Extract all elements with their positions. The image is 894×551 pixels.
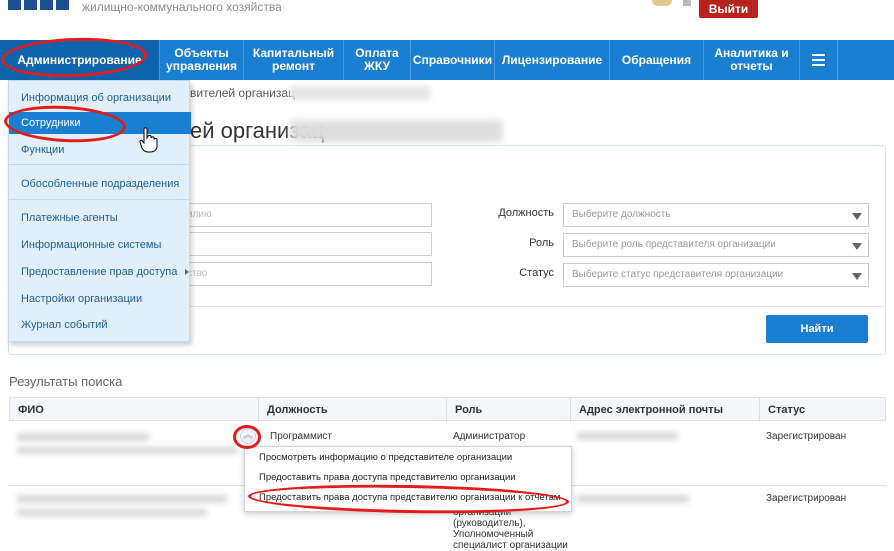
nav-analytics[interactable]: Аналитика и отчеты — [704, 40, 800, 80]
org-subtitle: жилищно-коммунального хозяйства — [82, 0, 282, 14]
patronymic-input[interactable]: ство — [180, 262, 432, 286]
row-status: Зарегистрирован — [766, 431, 847, 442]
name-input[interactable] — [180, 232, 432, 256]
surname-input[interactable]: илию — [180, 203, 432, 227]
user-menu-icon[interactable] — [683, 0, 691, 6]
column-header-name[interactable]: ФИО — [10, 398, 259, 422]
menu-divider — [9, 199, 191, 200]
table-header: ФИО Должность Роль Адрес электронной поч… — [9, 397, 887, 422]
nav-appeals[interactable]: Обращения — [610, 40, 704, 80]
hand-cursor-icon — [139, 127, 158, 153]
menu-item-functions[interactable]: Функции — [9, 139, 191, 161]
employee-name-redacted — [17, 495, 227, 503]
filter-divider — [180, 306, 886, 307]
menu-item-info-systems[interactable]: Информационные системы — [9, 234, 191, 256]
status-label: Статус — [519, 267, 554, 279]
row-role: Администратор — [453, 431, 526, 442]
results-title: Результаты поиска — [9, 374, 123, 389]
role-label: Роль — [529, 237, 554, 249]
nav-management-objects[interactable]: Объекты управления — [160, 40, 244, 80]
nav-housing-payment[interactable]: Оплата ЖКУ — [344, 40, 411, 80]
status-select[interactable]: Выберите статус представителя организаци… — [563, 263, 869, 287]
employee-name-redacted — [17, 433, 149, 441]
hamburger-menu-icon[interactable] — [800, 40, 838, 80]
menu-item-access-rights[interactable]: Предоставление прав доступа — [9, 261, 191, 283]
position-select[interactable]: Выберите должность — [563, 203, 869, 227]
nav-licensing[interactable]: Лицензирование — [495, 40, 610, 80]
nav-directories[interactable]: Справочники — [411, 40, 495, 80]
column-header-email[interactable]: Адрес электронной почты — [571, 398, 760, 422]
annotation-circle-expand — [233, 425, 261, 449]
submenu-arrow-icon — [185, 269, 189, 275]
menu-divider — [9, 164, 191, 165]
menu-item-org-settings[interactable]: Настройки организации — [9, 288, 191, 310]
position-label: Должность — [498, 207, 554, 219]
menu-item-event-log[interactable]: Журнал событий — [9, 314, 191, 336]
logout-button[interactable]: Выйти — [699, 0, 758, 18]
column-header-status[interactable]: Статус — [760, 398, 887, 422]
role-select-placeholder: Выберите роль представителя организации — [572, 239, 776, 250]
menu-item-view-representative[interactable]: Просмотреть информацию о представителе о… — [259, 452, 512, 463]
position-select-placeholder: Выберите должность — [572, 209, 671, 220]
find-button[interactable]: Найти — [766, 315, 868, 343]
menu-item-branches[interactable]: Обособленные подразделения — [9, 173, 191, 195]
page-title-redacted — [290, 120, 502, 142]
nav-capital-repair[interactable]: Капитальный ремонт — [244, 40, 344, 80]
menu-item-grant-access[interactable]: Предоставить права доступа представителю… — [259, 472, 516, 483]
row-position: Программист — [270, 431, 332, 442]
row-role: организации (руководитель), Уполномоченн… — [453, 507, 568, 551]
email-redacted — [577, 432, 677, 440]
logo[interactable] — [8, 0, 72, 10]
column-header-position[interactable]: Должность — [259, 398, 447, 422]
chevron-down-icon — [852, 213, 862, 220]
email-redacted — [577, 495, 689, 503]
header: жилищно-коммунального хозяйства Выйти — [0, 0, 894, 40]
employee-name-redacted — [17, 509, 207, 516]
row-status: Зарегистрирован — [766, 493, 847, 504]
chevron-down-icon — [852, 273, 862, 280]
breadcrumb-redacted — [290, 86, 430, 100]
role-select[interactable]: Выберите роль представителя организации — [563, 233, 869, 257]
menu-item-payment-agents[interactable]: Платежные агенты — [9, 207, 191, 229]
employee-name-redacted — [17, 447, 237, 454]
menu-item-access-rights-label: Предоставление прав доступа — [21, 266, 178, 278]
user-avatar[interactable] — [652, 0, 672, 6]
column-header-role[interactable]: Роль — [447, 398, 571, 422]
status-select-placeholder: Выберите статус представителя организаци… — [572, 269, 784, 280]
breadcrumb[interactable]: вителей организац — [190, 86, 295, 100]
chevron-down-icon — [852, 243, 862, 250]
